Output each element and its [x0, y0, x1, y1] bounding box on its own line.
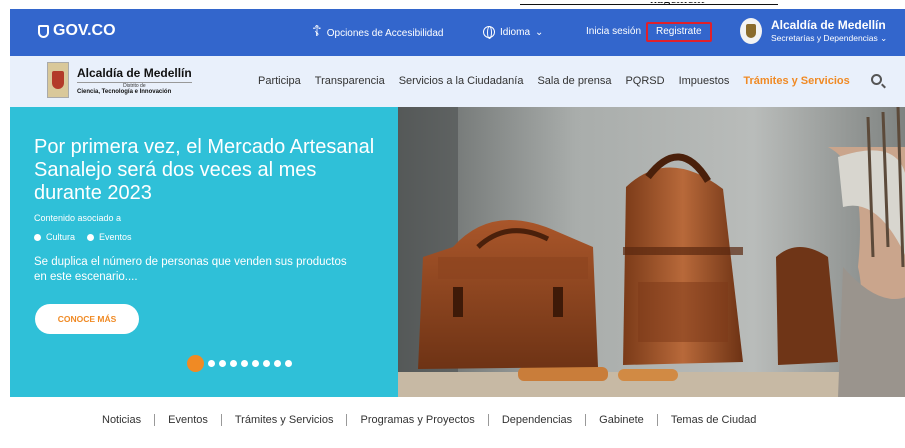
language-selector[interactable]: Idioma ⌄	[483, 26, 544, 39]
hero-tags: Cultura Eventos	[34, 232, 132, 242]
carousel-dot-9[interactable]	[285, 360, 292, 367]
govco-logo-text: GOV.CO	[53, 22, 116, 39]
hero-image-leather-bags	[398, 107, 905, 397]
nav-impuestos[interactable]: Impuestos	[679, 75, 730, 87]
section-links: Noticias Eventos Trámites y Servicios Pr…	[102, 414, 769, 426]
tag-eventos[interactable]: Eventos	[87, 232, 132, 242]
brand-logo[interactable]: Alcaldía de Medellín Distrito de Ciencia…	[47, 62, 192, 98]
link-tramites-servicios[interactable]: Trámites y Servicios	[222, 414, 348, 426]
hero-title[interactable]: Por primera vez, el Mercado Artesanal Sa…	[34, 136, 384, 205]
nav-sala-prensa[interactable]: Sala de prensa	[537, 75, 611, 87]
nav-participa[interactable]: Participa	[258, 75, 301, 87]
carousel-dot-4[interactable]	[230, 360, 237, 367]
carousel-dot-3[interactable]	[219, 360, 226, 367]
main-nav: Alcaldía de Medellín Distrito de Ciencia…	[10, 56, 905, 107]
leather-bags-photo	[398, 107, 905, 397]
medellin-seal-icon	[740, 18, 762, 44]
carousel-dots	[187, 355, 292, 372]
link-noticias[interactable]: Noticias	[102, 414, 156, 426]
accessibility-icon: ☦	[312, 23, 322, 40]
carousel-dot-1[interactable]	[187, 355, 204, 372]
nav-transparencia[interactable]: Transparencia	[315, 75, 385, 87]
hero-panel: Por primera vez, el Mercado Artesanal Sa…	[10, 107, 398, 397]
tag-cultura[interactable]: Cultura	[34, 232, 75, 242]
hero-description: Se duplica el número de personas que ven…	[34, 256, 347, 283]
accessibility-options-button[interactable]: ☦ Opciones de Accesibilidad	[312, 23, 444, 40]
nav-servicios-ciudadania[interactable]: Servicios a la Ciudadanía	[399, 75, 524, 87]
brand-sub1: Distrito de	[77, 81, 192, 89]
entity-name: Alcaldía de Medellín	[771, 18, 886, 32]
website-frame: GOV.CO ☦ Opciones de Accesibilidad Idiom…	[10, 9, 905, 448]
entity-sub: Secretarías y Dependencias ⌄	[771, 33, 888, 43]
chevron-down-icon: ⌄	[535, 26, 544, 38]
carousel-dot-8[interactable]	[274, 360, 281, 367]
accessibility-label: Opciones de Accesibilidad	[326, 27, 444, 39]
bullet-icon	[34, 233, 41, 241]
bullet-icon	[87, 233, 95, 241]
language-label: Idioma	[500, 26, 531, 38]
carousel-dot-7[interactable]	[263, 360, 270, 367]
entity-selector[interactable]: Alcaldía de Medellín Secretarías y Depen…	[740, 18, 887, 44]
medellin-crest-icon	[47, 62, 69, 98]
globe-icon	[483, 26, 495, 39]
register-button[interactable]: Registrate	[646, 22, 712, 42]
link-dependencias[interactable]: Dependencias	[489, 414, 587, 426]
link-gabinete[interactable]: Gabinete	[586, 414, 658, 426]
nav-pqrsd[interactable]: PQRSD	[625, 75, 664, 87]
search-icon[interactable]	[871, 74, 882, 85]
nav-links: Participa Transparencia Servicios a la C…	[258, 75, 850, 87]
login-link[interactable]: Inicia sesión	[586, 26, 641, 37]
govco-logo[interactable]: GOV.CO	[38, 22, 116, 40]
link-programas-proyectos[interactable]: Programas y Proyectos	[347, 414, 489, 426]
chevron-down-icon: ⌄	[880, 33, 888, 43]
conoce-mas-button[interactable]: CONOCE MÁS	[35, 304, 139, 334]
brand-sub2: Ciencia, Tecnología e Innovación	[77, 88, 172, 95]
link-temas-ciudad[interactable]: Temas de Ciudad	[658, 414, 770, 426]
carousel-dot-6[interactable]	[252, 360, 259, 367]
carousel-dot-2[interactable]	[208, 360, 215, 367]
link-eventos[interactable]: Eventos	[155, 414, 222, 426]
govco-shield-icon	[38, 24, 49, 38]
nav-tramites-servicios[interactable]: Trámites y Servicios	[743, 75, 849, 87]
gov-bar: GOV.CO ☦ Opciones de Accesibilidad Idiom…	[10, 9, 905, 56]
top-note-line: nagement	[520, 2, 778, 5]
assoc-label: Contenido asociado a	[34, 213, 122, 223]
carousel-dot-5[interactable]	[241, 360, 248, 367]
top-note: nagement	[650, 2, 704, 4]
brand-name: Alcaldía de Medellín	[77, 65, 192, 80]
